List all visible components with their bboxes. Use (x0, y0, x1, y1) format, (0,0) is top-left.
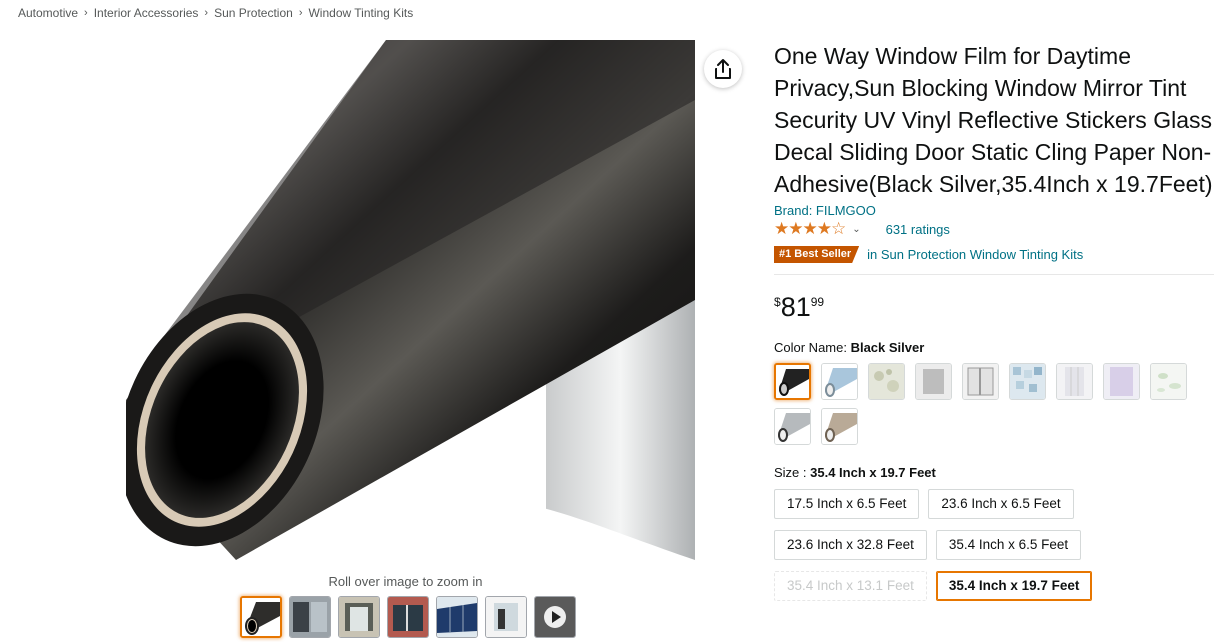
zoom-hint: Roll over image to zoom in (328, 574, 483, 589)
thumbnail-1[interactable] (240, 596, 282, 638)
swatch-frosted-gray[interactable] (915, 363, 952, 400)
main-product-image[interactable] (126, 40, 695, 570)
price-fraction: 99 (810, 295, 825, 309)
size-label: Size : 35.4 Inch x 19.7 Feet (774, 465, 1214, 480)
color-label-text: Color Name: (774, 340, 851, 355)
breadcrumb-sun-protection[interactable]: Sun Protection (214, 6, 293, 20)
color-swatches (774, 363, 1214, 445)
window-film-roll-image (126, 40, 695, 570)
breadcrumb-separator: › (298, 7, 303, 19)
swatch-mosaic[interactable] (1009, 363, 1046, 400)
divider (774, 274, 1214, 275)
price-whole: 81 (780, 292, 811, 322)
breadcrumb-window-tinting-kits[interactable]: Window Tinting Kits (308, 6, 413, 20)
swatch-silver[interactable] (774, 408, 811, 445)
size-options: 17.5 Inch x 6.5 Feet 23.6 Inch x 6.5 Fee… (774, 489, 1214, 601)
swatch-leaf[interactable] (1150, 363, 1187, 400)
size-option-17-5x6-5[interactable]: 17.5 Inch x 6.5 Feet (774, 489, 920, 519)
price-symbol: $ (774, 295, 781, 309)
thumbnail-5[interactable] (436, 596, 478, 638)
swatch-purple[interactable] (1103, 363, 1140, 400)
swatch-frosted-white[interactable] (962, 363, 999, 400)
size-label-text: Size : (774, 465, 811, 480)
product-info: One Way Window Film for Daytime Privacy,… (774, 40, 1214, 601)
swatch-black-silver[interactable] (774, 363, 811, 400)
size-selected-value: 35.4 Inch x 19.7 Feet (810, 465, 936, 480)
size-option-35-4x13-1[interactable]: 35.4 Inch x 13.1 Feet (774, 571, 927, 601)
thumbnail-3[interactable] (338, 596, 380, 638)
thumbnail-video[interactable] (534, 596, 576, 638)
color-selected-value: Black Silver (850, 340, 925, 355)
breadcrumb: Automotive › Interior Accessories › Sun … (18, 6, 413, 20)
size-option-23-6x6-5[interactable]: 23.6 Inch x 6.5 Feet (928, 489, 1074, 519)
brand-link[interactable]: Brand: FILMGOO (774, 203, 1214, 218)
share-icon (715, 59, 731, 79)
ratings-count-link[interactable]: 631 ratings (886, 222, 950, 237)
size-option-35-4x6-5[interactable]: 35.4 Inch x 6.5 Feet (935, 530, 1082, 560)
share-button[interactable] (704, 50, 742, 88)
thumbnail-strip (240, 596, 576, 638)
size-option-35-4x19-7[interactable]: 35.4 Inch x 19.7 Feet (935, 571, 1093, 601)
best-seller-row: #1 Best Seller in Sun Protection Window … (774, 245, 1214, 264)
product-title: One Way Window Film for Daytime Privacy,… (774, 43, 1213, 197)
thumbnail-6[interactable] (485, 596, 527, 638)
rating-row: ★★★★☆ ⌄ 631 ratings (774, 220, 1214, 238)
color-label: Color Name: Black Silver (774, 340, 1214, 355)
breadcrumb-separator: › (204, 7, 209, 19)
size-option-23-6x32-8[interactable]: 23.6 Inch x 32.8 Feet (774, 530, 927, 560)
chevron-down-icon[interactable]: ⌄ (852, 224, 860, 235)
swatch-floral[interactable] (868, 363, 905, 400)
thumbnail-2[interactable] (289, 596, 331, 638)
price: $ 81 99 (774, 292, 1214, 322)
swatch-white-pattern[interactable] (1056, 363, 1093, 400)
swatch-bronze[interactable] (821, 408, 858, 445)
star-rating-icon[interactable]: ★★★★☆ (774, 220, 846, 238)
swatch-blue-silver[interactable] (821, 363, 858, 400)
breadcrumb-separator: › (84, 7, 88, 19)
thumbnail-4[interactable] (387, 596, 429, 638)
breadcrumb-interior-accessories[interactable]: Interior Accessories (94, 6, 199, 20)
best-seller-category-link[interactable]: in Sun Protection Window Tinting Kits (867, 247, 1083, 262)
best-seller-badge[interactable]: #1 Best Seller (774, 246, 859, 263)
breadcrumb-automotive[interactable]: Automotive (18, 6, 78, 20)
